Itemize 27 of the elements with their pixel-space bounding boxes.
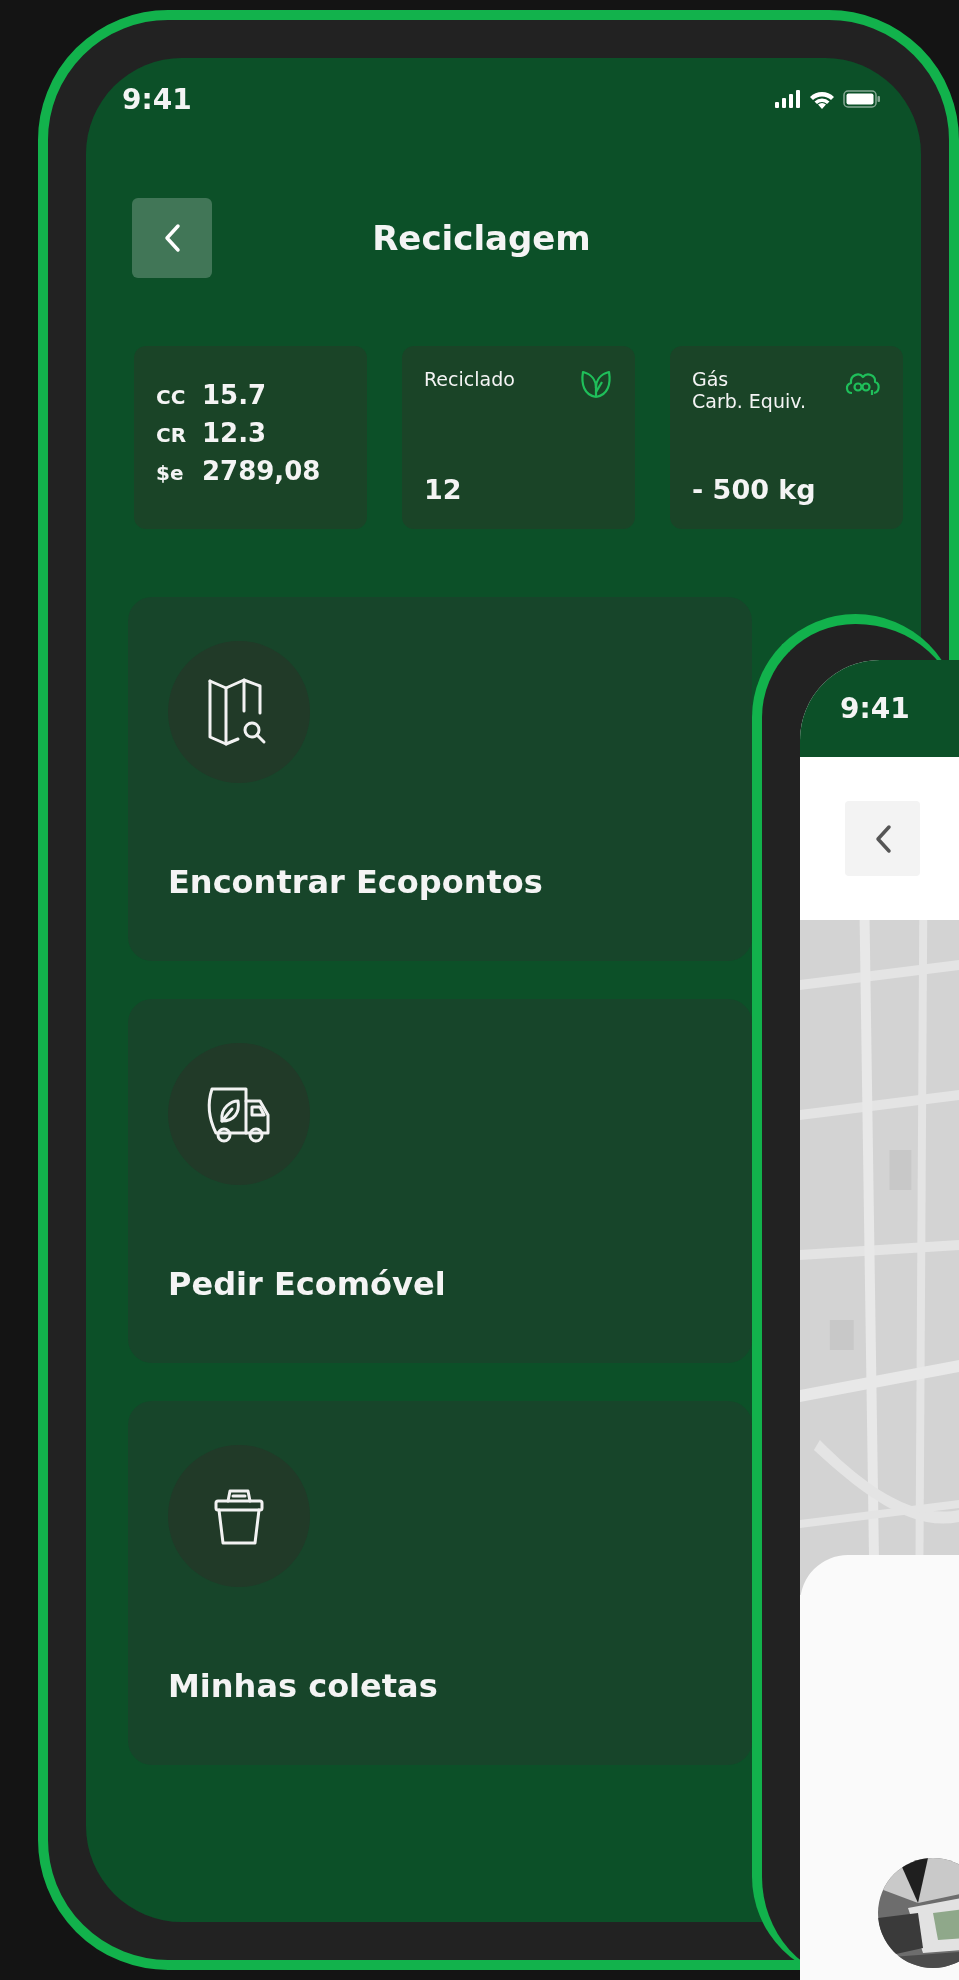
- balance-value: 12.3: [202, 418, 268, 448]
- balance-value: 15.7: [202, 380, 268, 410]
- menu-card[interactable]: Encontrar Ecopontos: [128, 597, 752, 961]
- stat-label: Gás Carb. Equiv.: [692, 368, 807, 412]
- stat-label: Reciclado: [424, 368, 515, 390]
- status-time: 9:41: [840, 692, 910, 725]
- balance-label: $e: [156, 461, 185, 485]
- screen-title: Reciclagem: [371, 218, 592, 258]
- signal-icon: [775, 90, 801, 108]
- back-button[interactable]: [845, 801, 920, 876]
- menu-label: Encontrar Ecopontos: [168, 863, 544, 901]
- stat-value: - 500 kg: [692, 474, 817, 505]
- back-icon: [163, 223, 181, 253]
- leaf-icon: [579, 368, 613, 400]
- menu-label: Pedir Ecomóvel: [168, 1265, 447, 1303]
- stat-value: 12: [424, 474, 463, 505]
- menu-label: Minhas coletas: [168, 1667, 439, 1705]
- battery-icon: [843, 90, 881, 108]
- status-time: 9:41: [122, 82, 192, 116]
- menu-card[interactable]: Pedir Ecomóvel: [128, 999, 752, 1363]
- balance-label: CR: [156, 423, 188, 447]
- balance-label: CC: [156, 385, 187, 409]
- wifi-icon: [809, 89, 835, 109]
- menu-card[interactable]: Minhas coletas: [128, 1401, 752, 1765]
- back-button[interactable]: [132, 198, 212, 278]
- back-icon: [873, 823, 892, 854]
- balance-value: 2789,08: [202, 456, 322, 486]
